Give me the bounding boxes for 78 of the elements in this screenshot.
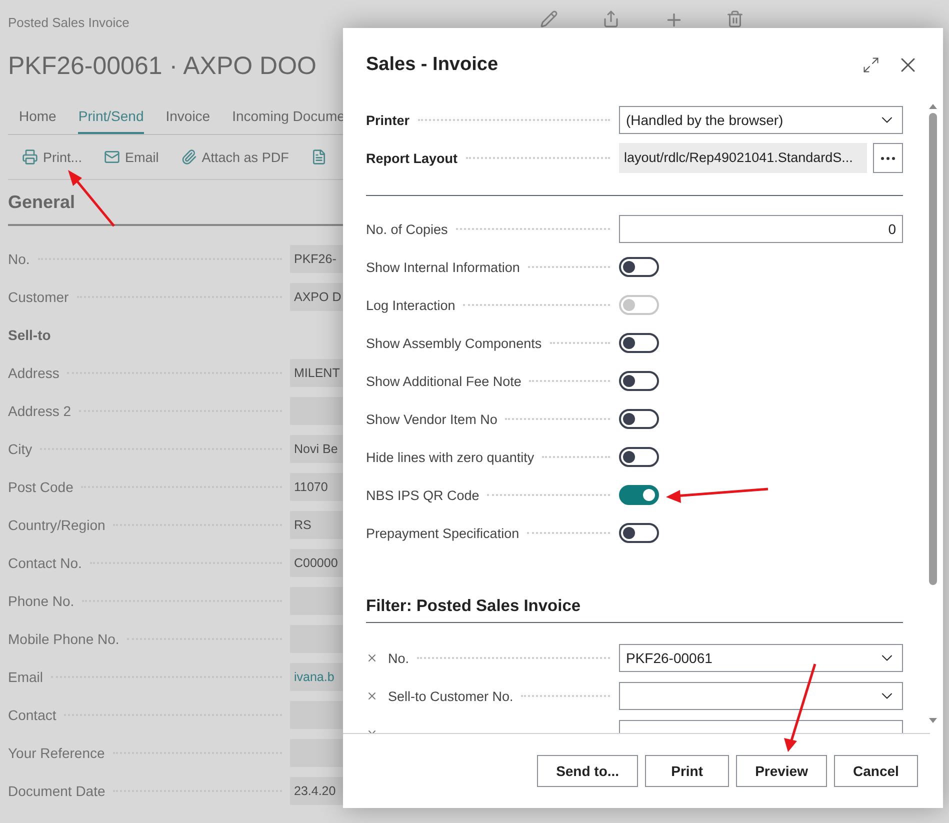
- document-icon[interactable]: [310, 149, 327, 165]
- dialog-button[interactable]: Send to...: [537, 755, 638, 787]
- field-label: Report Layout: [366, 150, 458, 166]
- field-label: Show Assembly Components: [366, 336, 542, 350]
- number-field[interactable]: 0: [619, 215, 903, 243]
- field-value: MILENT: [290, 359, 343, 387]
- dialog-button[interactable]: Preview: [736, 755, 827, 787]
- printer-icon[interactable]: [22, 149, 38, 165]
- field-label: Post Code: [8, 479, 74, 495]
- toggle-switch[interactable]: [619, 409, 659, 429]
- field-value: [290, 739, 343, 767]
- field-value: 11070: [290, 473, 343, 501]
- pencil-icon[interactable]: [540, 10, 560, 30]
- field-label: No.: [8, 251, 30, 267]
- field-label: NBS IPS QR Code: [366, 488, 480, 502]
- field-label: Your Reference: [8, 745, 105, 761]
- field-label: Show Internal Information: [366, 260, 520, 274]
- action-label[interactable]: Attach as PDF: [202, 150, 289, 164]
- dialog-title: Sales - Invoice: [366, 54, 498, 76]
- field-label: No. of Copies: [366, 222, 448, 236]
- field-value: PKF26-: [290, 245, 343, 273]
- report-layout-field[interactable]: layout/rdlc/Rep49021041.StandardS...: [619, 143, 867, 173]
- paperclip-icon[interactable]: [180, 149, 197, 165]
- field-value: 23.4.20: [290, 777, 343, 805]
- field-label: Address: [8, 365, 60, 381]
- toggle-switch[interactable]: [619, 333, 659, 353]
- toggle-switch[interactable]: [619, 447, 659, 467]
- field-label: Phone No.: [8, 593, 74, 609]
- field-label: Sell-to Customer No.: [388, 688, 514, 704]
- field-label: Show Vendor Item No: [366, 412, 498, 426]
- toggle-switch[interactable]: [619, 371, 659, 391]
- field-label: Printer: [366, 112, 410, 128]
- field-label: Contact: [8, 707, 56, 723]
- field-label: Document Date: [8, 783, 106, 799]
- remove-filter-icon[interactable]: [366, 690, 378, 702]
- filter-heading: Filter: Posted Sales Invoice: [366, 590, 903, 623]
- field-label: Log Interaction: [366, 298, 456, 312]
- more-button[interactable]: [873, 143, 903, 173]
- dialog-button[interactable]: Print: [645, 755, 730, 787]
- tab[interactable]: Incoming Docume: [232, 108, 345, 134]
- printer-select[interactable]: (Handled by the browser): [619, 106, 903, 134]
- field-value: [290, 397, 343, 425]
- tab[interactable]: Home: [19, 108, 56, 134]
- page-title: PKF26-00061 · AXPO DOO: [8, 52, 316, 80]
- field-value: ivana.b: [290, 663, 343, 691]
- field-label: Contact No.: [8, 555, 82, 571]
- filter-select[interactable]: PKF26-00061: [619, 644, 903, 672]
- field-label: No.: [388, 650, 410, 666]
- dialog-button[interactable]: Cancel: [834, 755, 918, 787]
- tab[interactable]: Invoice: [166, 108, 210, 134]
- action-label[interactable]: Email: [125, 150, 159, 164]
- group-label: Sell-to: [8, 327, 52, 343]
- filter-select[interactable]: [619, 682, 903, 710]
- field-label: Show Additional Fee Note: [366, 374, 522, 388]
- toggle-switch[interactable]: [619, 257, 659, 277]
- action-label[interactable]: Print...: [43, 150, 82, 164]
- remove-filter-icon[interactable]: [366, 652, 378, 664]
- field-label: Customer: [8, 289, 69, 305]
- field-value: Novi Be: [290, 435, 343, 463]
- email-icon[interactable]: [104, 149, 120, 165]
- field-value: [290, 625, 343, 653]
- field-value: C00000: [290, 549, 343, 577]
- field-label: Email: [8, 669, 44, 685]
- ellipsis-icon: [881, 156, 895, 160]
- breadcrumb: Posted Sales Invoice: [8, 14, 130, 30]
- field-label: Country/Region: [8, 517, 106, 533]
- field-value: AXPO D: [290, 283, 343, 311]
- field-label: Mobile Phone No.: [8, 631, 120, 647]
- field-value: RS: [290, 511, 343, 539]
- field-value: [290, 587, 343, 615]
- toggle-switch[interactable]: [619, 523, 659, 543]
- expand-icon[interactable]: [862, 56, 880, 74]
- field-label: City: [8, 441, 32, 457]
- field-label: Hide lines with zero quantity: [366, 450, 534, 464]
- field-label: Prepayment Specification: [366, 526, 520, 540]
- field-label: Address 2: [8, 403, 72, 419]
- toggle-switch[interactable]: [619, 485, 659, 505]
- field-value: [290, 701, 343, 729]
